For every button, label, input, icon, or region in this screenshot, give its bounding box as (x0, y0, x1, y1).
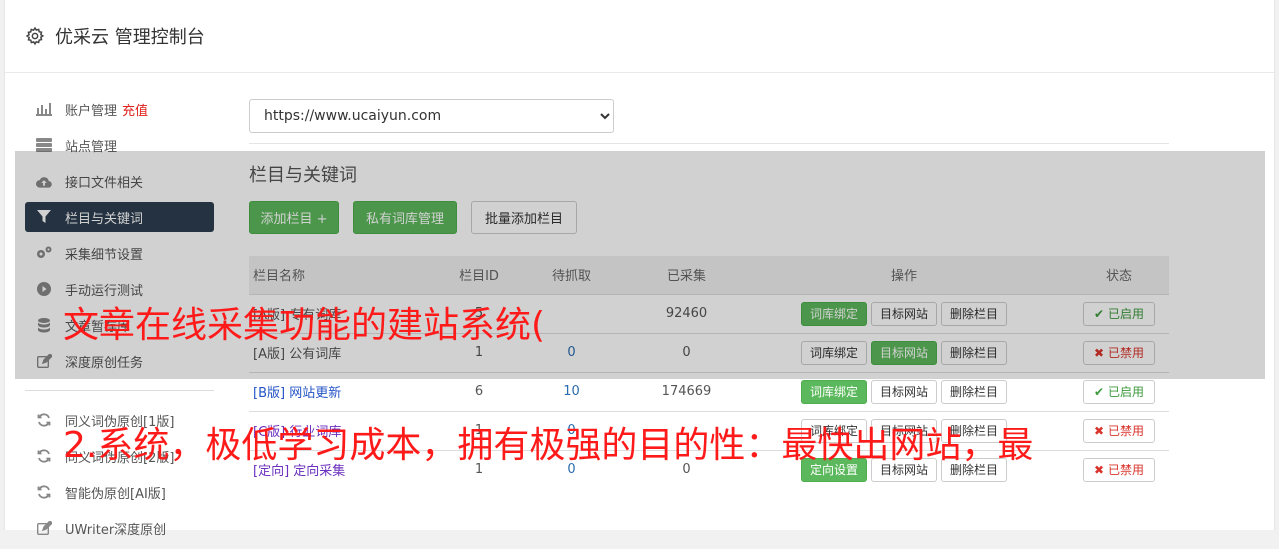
column-tag: [B版] (253, 386, 286, 401)
column-title: 网站更新 (289, 386, 342, 401)
edit-icon (36, 520, 52, 536)
column-status: ✖ 已禁用 (1069, 449, 1169, 489)
column-status: ✖ 已禁用 (1069, 410, 1169, 450)
lexicon-bind-button[interactable]: 词库绑定 (800, 379, 867, 404)
refresh-icon (36, 484, 52, 500)
delete-column-button[interactable]: 删除栏目 (941, 379, 1008, 404)
sidebar-item-uwriter[interactable]: UWriter深度原创 (25, 513, 214, 543)
refresh-icon (36, 412, 52, 428)
refresh-icon (36, 448, 52, 464)
check-icon: ✔ (1094, 384, 1105, 399)
sidebar-item-account[interactable]: 账户管理 充值 (25, 94, 214, 124)
watermark-line-2: 2.系统，极低学习成本，拥有极强的目的性：最快出网站，最 (63, 425, 1034, 466)
close-icon: ✖ (1094, 462, 1105, 477)
status-label: 已启用 (1107, 385, 1144, 399)
site-select[interactable]: https://www.ucaiyun.com (249, 99, 614, 133)
sidebar-item-label: UWriter深度原创 (65, 522, 167, 538)
divider (249, 143, 1169, 144)
sidebar-item-label: 账户管理 (65, 103, 118, 119)
app-title: 优采云 管理控制台 (55, 27, 205, 48)
close-icon: ✖ (1094, 423, 1105, 438)
status-toggle[interactable]: ✔ 已启用 (1083, 379, 1155, 404)
status-toggle[interactable]: ✖ 已禁用 (1083, 418, 1155, 443)
target-site-button[interactable]: 目标网站 (870, 379, 937, 404)
recharge-link[interactable]: 充值 (122, 100, 148, 119)
watermark-line-1: 文章在线采集功能的建站系统( (63, 305, 546, 346)
sidebar-item-label: 智能伪原创[AI版] (65, 486, 166, 502)
status-toggle[interactable]: ✖ 已禁用 (1083, 457, 1155, 482)
bar-chart-icon (36, 101, 52, 117)
sidebar-divider (25, 390, 214, 391)
gear-icon (25, 26, 45, 46)
status-label: 已禁用 (1107, 463, 1144, 478)
app-header: 优采云 管理控制台 (5, 0, 1274, 73)
status-label: 已禁用 (1107, 424, 1144, 438)
sidebar-item-ai-original[interactable]: 智能伪原创[AI版] (25, 477, 214, 507)
